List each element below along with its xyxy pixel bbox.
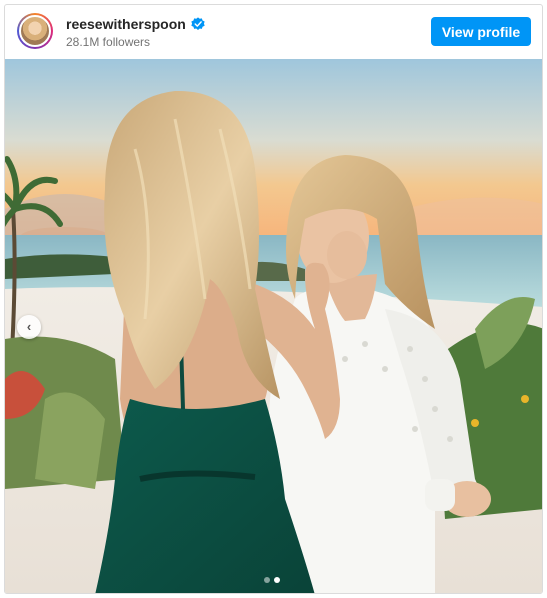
instagram-embed-card: reesewitherspoon 28.1M followers View pr… (4, 4, 543, 594)
followers-count: 28.1M followers (66, 35, 151, 49)
carousel-indicator (264, 577, 280, 583)
chevron-left-icon[interactable]: ‹ (17, 315, 41, 339)
carousel-dot-active (274, 577, 280, 583)
verified-badge-icon (191, 17, 205, 31)
post-photo[interactable]: ‹ (5, 59, 542, 593)
carousel-dot (264, 577, 270, 583)
username-row[interactable]: reesewitherspoon (66, 16, 205, 32)
username[interactable]: reesewitherspoon (66, 16, 186, 32)
view-profile-button[interactable]: View profile (431, 17, 531, 46)
avatar-image (19, 15, 51, 47)
post-header: reesewitherspoon 28.1M followers View pr… (5, 5, 542, 59)
profile-avatar[interactable] (17, 13, 53, 49)
